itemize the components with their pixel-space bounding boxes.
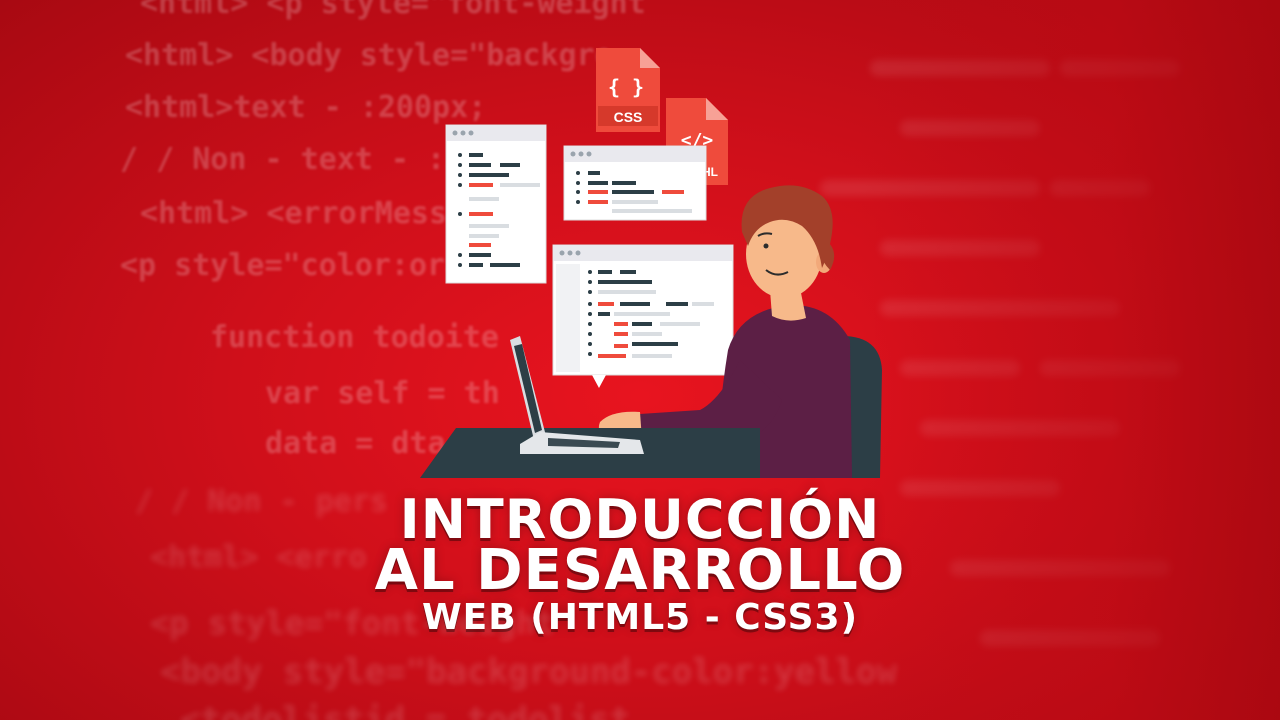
title-line-2: AL DESARROLLO [374,538,906,603]
code-window-top [563,145,707,221]
css-file-icon: { } CSS [596,48,660,132]
code-window-left [445,124,547,284]
code-window-front [552,244,734,388]
svg-text:{ }: { } [608,75,644,99]
svg-text:CSS: CSS [614,109,643,125]
title-line-3: WEB (HTML5 - CSS3) [421,597,859,638]
